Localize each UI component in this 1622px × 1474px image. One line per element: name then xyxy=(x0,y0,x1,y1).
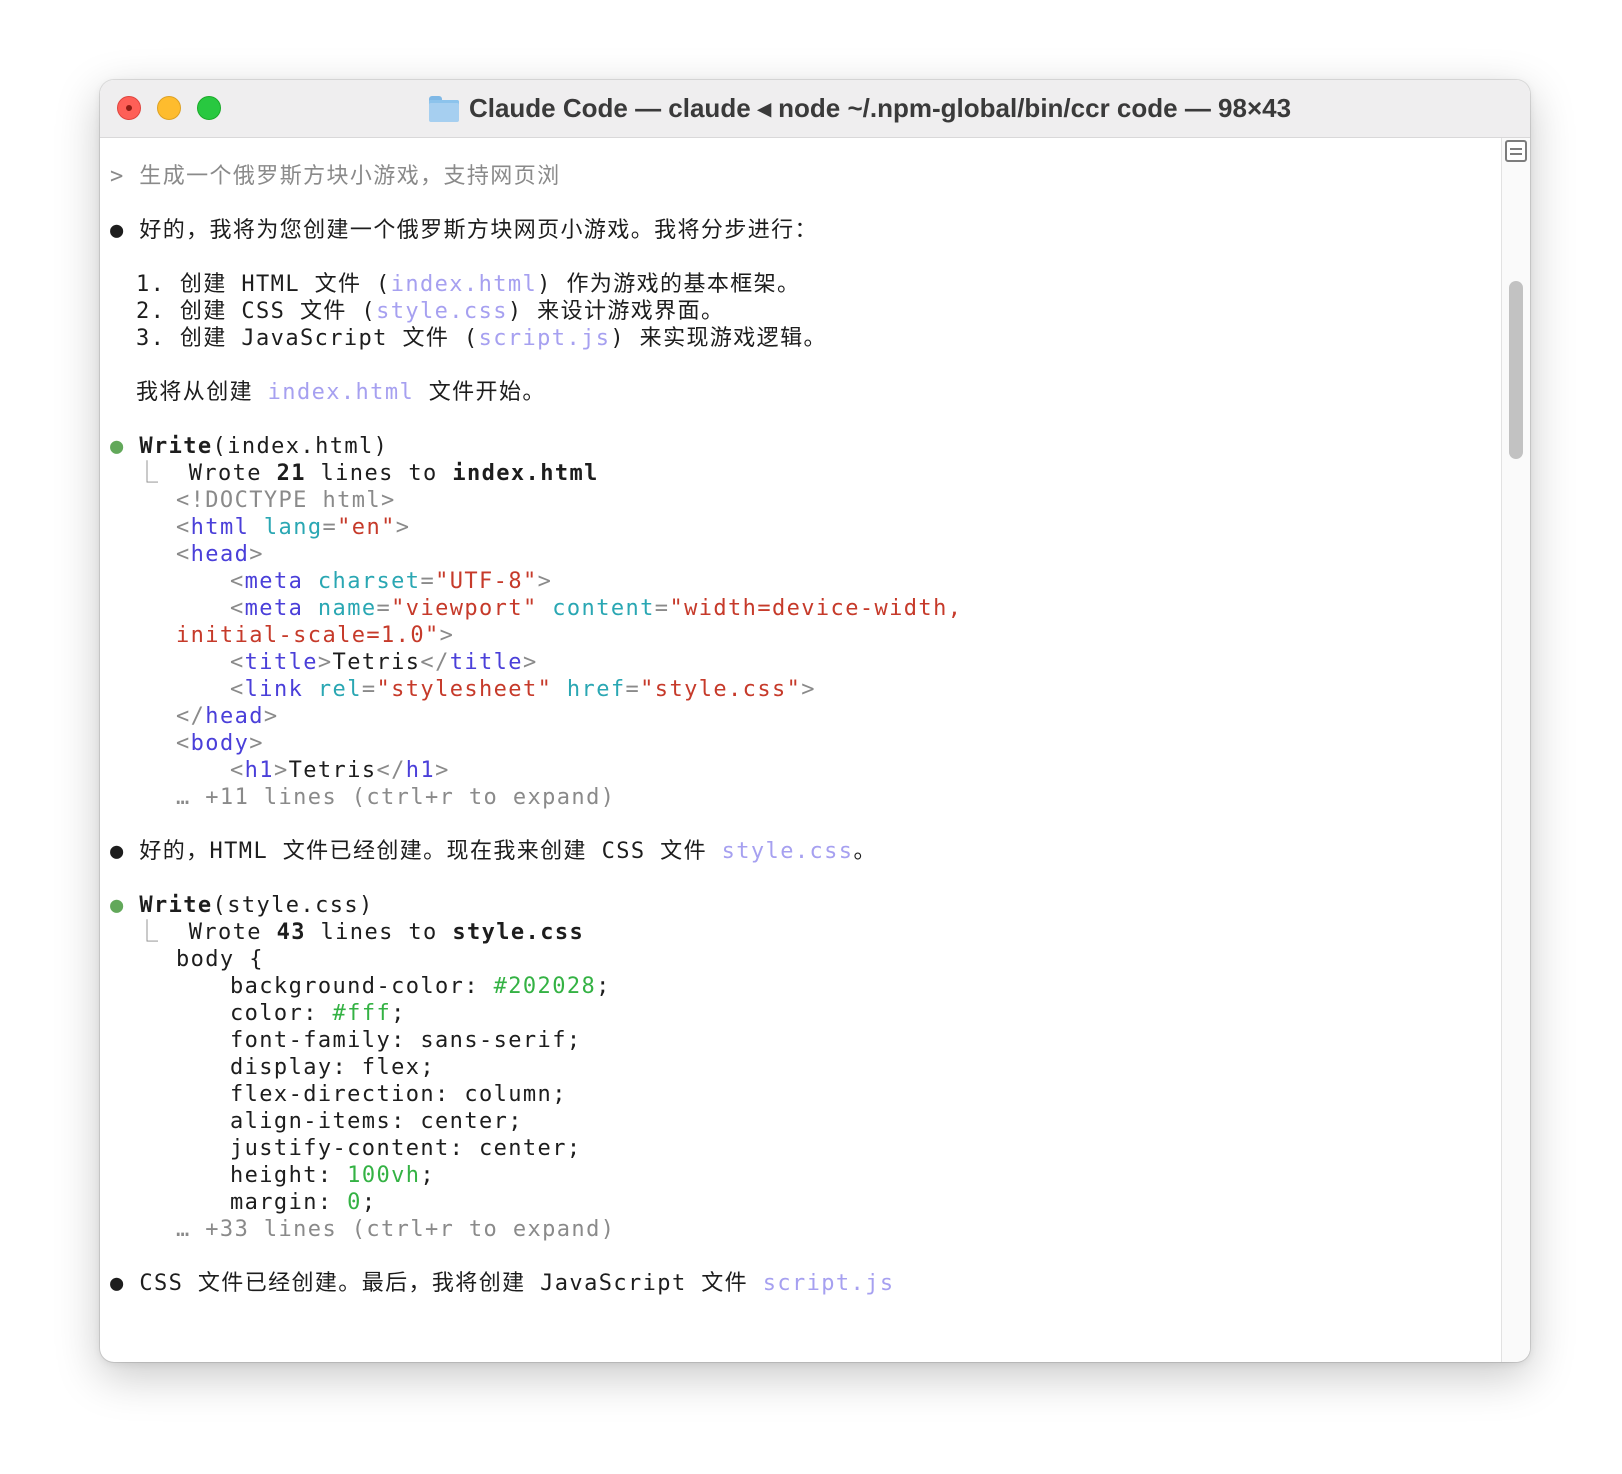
code-line: <head> xyxy=(176,542,264,567)
bullet-icon: ● xyxy=(110,218,125,243)
code-line: color: #fff; xyxy=(230,1001,406,1026)
title-bar: Claude Code — claude ◂ node ~/.npm-globa… xyxy=(100,80,1530,138)
user-prompt: > 生成一个俄罗斯方块小游戏，支持网页浏 xyxy=(110,164,561,189)
code-line: <meta name="viewport" content="width=dev… xyxy=(230,596,963,621)
file-link[interactable]: style.css xyxy=(376,299,508,324)
expand-hint[interactable]: … +33 lines (ctrl+r to expand) xyxy=(176,1216,615,1243)
assistant-message: ● CSS 文件已经创建。最后，我将创建 JavaScript 文件 scrip… xyxy=(110,1271,895,1296)
scrollbar[interactable] xyxy=(1501,138,1530,1362)
file-link[interactable]: script.js xyxy=(479,326,611,351)
code-line: font-family: sans-serif; xyxy=(230,1028,582,1053)
plan-item: 2. 创建 CSS 文件 (style.css) 来设计游戏界面。 xyxy=(136,299,725,324)
code-line: body { xyxy=(176,947,264,972)
expand-hint[interactable]: … +11 lines (ctrl+r to expand) xyxy=(176,784,615,811)
bullet-icon: ● xyxy=(110,839,125,864)
code-line: margin: 0; xyxy=(230,1190,377,1215)
code-line: height: 100vh; xyxy=(230,1163,436,1188)
code-line: <meta charset="UTF-8"> xyxy=(230,569,553,594)
message-text: 好的，我将为您创建一个俄罗斯方块网页小游戏。我将分步进行： xyxy=(139,218,818,243)
window-title-area: Claude Code — claude ◂ node ~/.npm-globa… xyxy=(100,80,1530,137)
plan-item: 3. 创建 JavaScript 文件 (script.js) 来实现游戏逻辑。 xyxy=(136,326,827,351)
code-line: justify-content: center; xyxy=(230,1136,582,1161)
code-line: initial-scale=1.0"> xyxy=(176,623,455,648)
file-link[interactable]: index.html xyxy=(391,272,537,297)
tree-branch-icon: ⎿ xyxy=(136,920,175,945)
code-line: align-items: center; xyxy=(230,1109,523,1134)
code-line: display: flex; xyxy=(230,1055,436,1080)
code-line: <h1>Tetris</h1> xyxy=(230,758,450,783)
file-link[interactable]: style.css xyxy=(722,839,854,864)
tool-call: ● Write(index.html) xyxy=(110,434,389,459)
code-line: <title>Tetris</title> xyxy=(230,650,538,675)
assistant-message: ● 好的，HTML 文件已经创建。现在我来创建 CSS 文件 style.css… xyxy=(110,839,877,864)
terminal-content[interactable]: > 生成一个俄罗斯方块小游戏，支持网页浏 ● 好的，我将为您创建一个俄罗斯方块网… xyxy=(100,138,1446,1362)
tool-result: ⎿ Wrote 43 lines to style.css xyxy=(136,920,585,945)
tool-call: ● Write(style.css) xyxy=(110,893,374,918)
tool-status-icon: ● xyxy=(110,893,125,918)
file-link[interactable]: script.js xyxy=(763,1271,895,1296)
bullet-icon: ● xyxy=(110,1271,125,1296)
code-line: flex-direction: column; xyxy=(230,1082,567,1107)
tool-result: ⎿ Wrote 21 lines to index.html xyxy=(136,461,599,486)
tool-status-icon: ● xyxy=(110,434,125,459)
plan-item: 1. 创建 HTML 文件 (index.html) 作为游戏的基本框架。 xyxy=(136,272,801,297)
folder-icon xyxy=(428,95,459,122)
code-line: </head> xyxy=(176,704,279,729)
terminal-window: Claude Code — claude ◂ node ~/.npm-globa… xyxy=(100,80,1530,1362)
code-line: background-color: #202028; xyxy=(230,974,611,999)
code-line: <html lang="en"> xyxy=(176,515,411,540)
code-line: <link rel="stylesheet" href="style.css"> xyxy=(230,677,816,702)
scrollbar-thumb[interactable] xyxy=(1509,281,1523,459)
split-pane-icon[interactable] xyxy=(1505,140,1527,162)
code-line: <body> xyxy=(176,731,264,756)
file-link[interactable]: index.html xyxy=(268,380,414,405)
tree-branch-icon: ⎿ xyxy=(136,461,175,486)
code-line: <!DOCTYPE html> xyxy=(176,488,396,513)
window-title: Claude Code — claude ◂ node ~/.npm-globa… xyxy=(468,93,1292,123)
assistant-message: 我将从创建 index.html 文件开始。 xyxy=(136,380,546,405)
assistant-message: ● 好的，我将为您创建一个俄罗斯方块网页小游戏。我将分步进行： xyxy=(110,217,818,244)
